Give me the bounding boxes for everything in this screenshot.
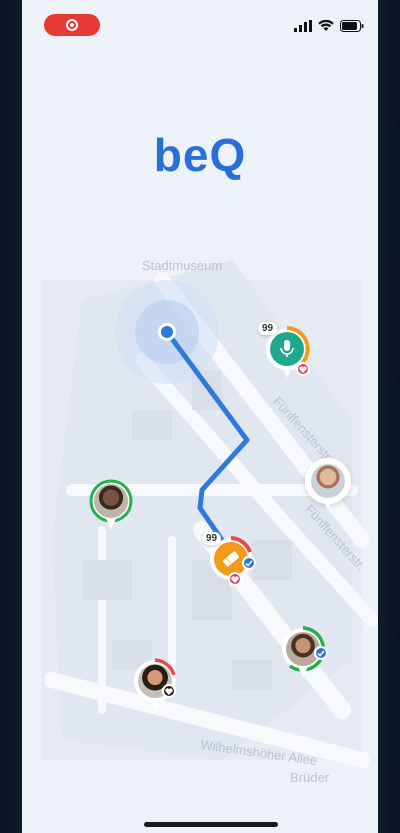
map-pin-user[interactable]: [132, 658, 178, 712]
map-pin-microphone[interactable]: 99: [258, 322, 310, 380]
map-view[interactable]: Stadtmuseum Fünffensterstr. Fünffensters…: [22, 240, 378, 800]
status-bar: [22, 0, 378, 56]
background-left-edge: [0, 0, 22, 833]
microphone-icon: [280, 340, 294, 357]
pin-count-badge: 99: [202, 532, 222, 545]
pin-tail: [149, 696, 161, 710]
pin-count-badge: 99: [258, 322, 278, 335]
heart-icon: [228, 572, 242, 586]
heart-icon: [162, 684, 176, 698]
battery-icon: [340, 20, 364, 32]
map-pin-user[interactable]: [305, 458, 351, 512]
verified-check-icon: [242, 556, 256, 570]
app-logo: beQ: [153, 129, 247, 181]
ticket-icon: [222, 551, 240, 567]
wifi-icon: [318, 20, 334, 31]
screen-recording-indicator[interactable]: [44, 14, 100, 36]
avatar: [311, 464, 345, 498]
map-pin-user[interactable]: [88, 478, 134, 532]
home-indicator[interactable]: [144, 822, 278, 827]
pin-tail: [297, 664, 309, 678]
map-pin-user[interactable]: [280, 626, 328, 680]
avatar: [94, 484, 128, 518]
street-label: Brüder: [290, 770, 330, 785]
street-label: Stadtmuseum: [142, 258, 223, 273]
status-icons: [294, 20, 364, 32]
signal-icon: [294, 20, 312, 32]
pin-tail: [281, 364, 293, 378]
pin-content: [270, 332, 304, 366]
recording-icon: [66, 19, 78, 31]
verified-check-icon: [314, 646, 328, 660]
background-right-edge: [378, 0, 400, 833]
phone-screen: beQ Stadtmuseum Fünffensterstr. Fünffens…: [22, 0, 378, 833]
pin-tail: [105, 516, 117, 530]
heart-icon: [296, 362, 310, 376]
pin-tail: [322, 496, 334, 510]
map-pin-ticket[interactable]: 99: [202, 532, 256, 590]
